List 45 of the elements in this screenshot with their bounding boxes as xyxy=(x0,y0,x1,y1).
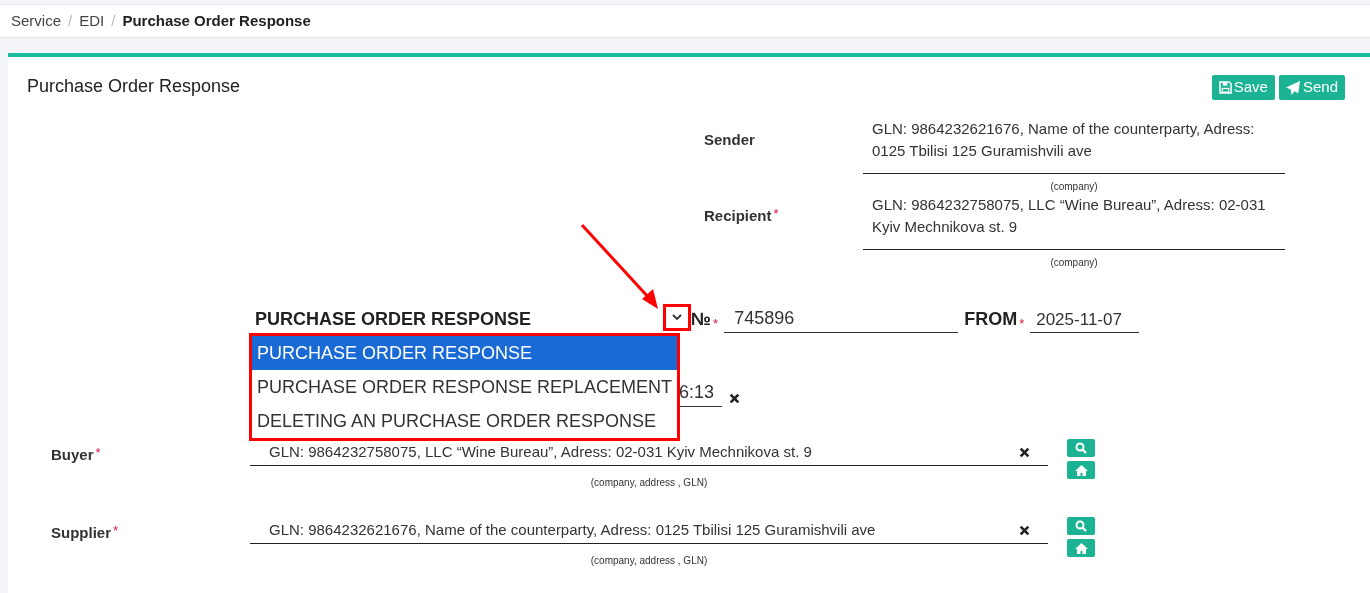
field-hint: (company) xyxy=(1049,256,1099,270)
required-mark: * xyxy=(95,445,101,460)
number-field[interactable]: 745896 xyxy=(724,305,959,333)
breadcrumb-link[interactable]: Purchase Order Response xyxy=(122,9,311,33)
field-label: FROM xyxy=(964,308,1018,331)
clear-icon[interactable] xyxy=(1019,524,1030,536)
search-button[interactable] xyxy=(1067,517,1095,535)
company-field[interactable]: GLN: 9864232621676, Name of the counterparty, Adress: 0125 Tbilisi 125 Guramishvili ave xyxy=(250,517,1048,544)
dropdown-option[interactable]: PURCHASE ORDER RESPONSE xyxy=(252,336,677,370)
clear-icon[interactable] xyxy=(1019,446,1030,458)
home-icon xyxy=(1074,464,1088,476)
field-hint: (company) xyxy=(1049,180,1099,194)
required-mark: * xyxy=(1019,314,1025,333)
field-value: GLN: 9864232621676, Name of the counterparty, Adress: 0125 Tbilisi 125 Guramishvili ave xyxy=(269,519,876,540)
field-label: Recipient xyxy=(704,207,772,224)
home-icon xyxy=(1074,542,1088,554)
breadcrumb-link[interactable]: Service xyxy=(11,9,62,33)
home-button[interactable] xyxy=(1067,461,1095,479)
breadcrumb-separator: / xyxy=(68,10,73,31)
page-title: Purchase Order Response xyxy=(27,75,241,98)
document-type-select[interactable]: PURCHASE ORDER RESPONSE xyxy=(255,303,691,333)
required-mark: * xyxy=(773,206,779,221)
date-field[interactable]: 2025-11-07 xyxy=(1030,306,1140,333)
required-mark: * xyxy=(713,314,719,333)
clear-icon[interactable] xyxy=(729,393,740,404)
field-label: Sender xyxy=(704,131,755,148)
breadcrumb-separator: / xyxy=(111,10,116,31)
field-hint: (company, address , GLN) xyxy=(589,476,709,490)
field-label: № xyxy=(691,308,712,331)
field-hint: (company, address , GLN) xyxy=(589,554,709,568)
dropdown-option[interactable]: PURCHASE ORDER RESPONSE REPLACEMENT xyxy=(252,370,677,404)
home-button[interactable] xyxy=(1067,539,1095,557)
dropdown-option[interactable]: DELETING AN PURCHASE ORDER RESPONSE xyxy=(252,404,677,438)
required-mark: * xyxy=(113,523,119,538)
field-label: Supplier xyxy=(51,524,111,541)
search-icon xyxy=(1075,442,1087,454)
search-button[interactable] xyxy=(1067,439,1095,457)
breadcrumb-link[interactable]: EDI xyxy=(79,9,105,33)
chevron-down-icon[interactable] xyxy=(663,304,691,331)
field-value: GLN: 9864232758075, LLC “Wine Bureau”, Adress: 02-031 Kyiv Mechnikova st. 9 xyxy=(269,441,812,462)
field-label: Buyer xyxy=(51,446,94,463)
company-field[interactable]: GLN: 9864232621676, Name of the counterparty, Adress: 0125 Tbilisi 125 Guramishvili ave xyxy=(863,118,1285,174)
search-icon xyxy=(1075,520,1087,532)
paper-plane-icon xyxy=(1285,80,1301,95)
company-field[interactable]: GLN: 9864232758075, LLC “Wine Bureau”, Adress: 02-031 Kyiv Mechnikova st. 9 xyxy=(863,194,1285,250)
